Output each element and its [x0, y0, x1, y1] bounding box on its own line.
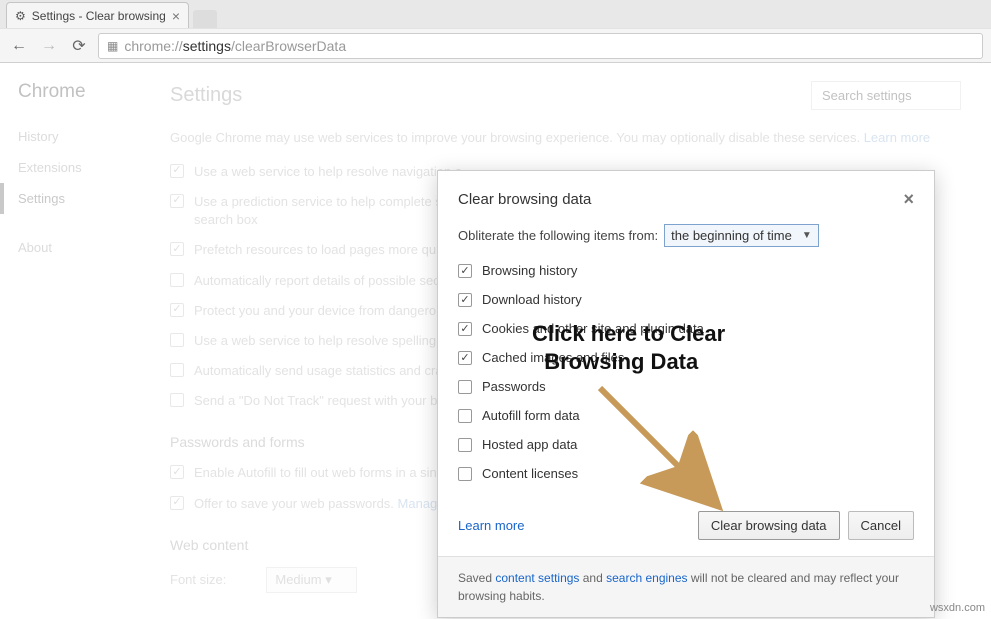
checkbox-icon[interactable]	[458, 438, 472, 452]
checkbox-icon[interactable]	[458, 351, 472, 365]
new-tab-button[interactable]	[193, 10, 217, 28]
clear-item[interactable]: Browsing history	[458, 263, 914, 278]
dialog-learn-more-link[interactable]: Learn more	[458, 518, 524, 533]
nav-bar: ← → ⟳ ▦ chrome://settings/clearBrowserDa…	[0, 28, 991, 62]
intro-text: Google Chrome may use web services to im…	[170, 128, 961, 149]
browser-chrome: ⚙ Settings - Clear browsing × ← → ⟳ ▦ ch…	[0, 0, 991, 63]
checkbox-icon[interactable]	[170, 273, 184, 287]
page-title: Settings	[170, 84, 242, 107]
checkbox-icon[interactable]	[458, 293, 472, 307]
learn-more-link[interactable]: Learn more	[864, 130, 930, 145]
checkbox-icon[interactable]	[458, 322, 472, 336]
sidebar-item-about[interactable]: About	[18, 232, 140, 263]
reload-button[interactable]: ⟳	[68, 35, 90, 57]
close-tab-icon[interactable]: ×	[172, 8, 180, 24]
brand-title: Chrome	[18, 81, 140, 103]
checkbox-icon[interactable]	[170, 393, 184, 407]
checkbox-icon[interactable]	[458, 467, 472, 481]
sidebar-item-extensions[interactable]: Extensions	[18, 152, 140, 183]
checkbox-icon[interactable]	[170, 164, 184, 178]
search-engines-link[interactable]: search engines	[606, 571, 687, 585]
url-bar[interactable]: ▦ chrome://settings/clearBrowserData	[98, 33, 983, 59]
checkbox-icon[interactable]	[458, 264, 472, 278]
dialog-close-icon[interactable]: ×	[903, 189, 914, 210]
checkbox-icon[interactable]	[170, 363, 184, 377]
font-size-label: Font size:	[170, 572, 226, 587]
url-prefix: chrome://	[124, 38, 182, 54]
checkbox-icon[interactable]	[170, 465, 184, 479]
watermark: wsxdn.com	[930, 602, 985, 614]
url-strong: settings	[183, 38, 231, 54]
checkbox-icon[interactable]	[458, 409, 472, 423]
dialog-footer: Saved content settings and search engine…	[438, 556, 934, 617]
page-icon: ▦	[107, 39, 118, 53]
cancel-button[interactable]: Cancel	[848, 511, 914, 540]
content-settings-link[interactable]: content settings	[495, 571, 579, 585]
tab-bar: ⚙ Settings - Clear browsing ×	[0, 0, 991, 28]
checkbox-icon[interactable]	[170, 303, 184, 317]
dialog-title: Clear browsing data	[458, 191, 591, 208]
checkbox-icon[interactable]	[170, 242, 184, 256]
sidebar-item-settings[interactable]: Settings	[0, 183, 140, 214]
tab-title: Settings - Clear browsing	[32, 9, 166, 23]
back-button[interactable]: ←	[8, 35, 30, 57]
checkbox-icon[interactable]	[170, 333, 184, 347]
browser-tab[interactable]: ⚙ Settings - Clear browsing ×	[6, 2, 189, 28]
font-size-select[interactable]: Medium ▾	[266, 567, 356, 593]
sidebar-item-history[interactable]: History	[18, 121, 140, 152]
checkbox-icon[interactable]	[170, 496, 184, 510]
gear-icon: ⚙	[15, 9, 26, 23]
obliterate-label: Obliterate the following items from:	[458, 228, 658, 243]
checkbox-icon[interactable]	[170, 194, 184, 208]
url-suffix: /clearBrowserData	[231, 38, 346, 54]
forward-button[interactable]: →	[38, 35, 60, 57]
chevron-down-icon: ▼	[802, 230, 812, 241]
sidebar: Chrome History Extensions Settings About	[0, 63, 140, 619]
annotation-arrow-icon	[580, 378, 740, 528]
search-settings-input[interactable]	[811, 81, 961, 110]
time-range-select[interactable]: the beginning of time ▼	[664, 224, 819, 247]
clear-item[interactable]: Download history	[458, 292, 914, 307]
annotation-text: Click here to Clear Browsing Data	[532, 320, 725, 375]
checkbox-icon[interactable]	[458, 380, 472, 394]
